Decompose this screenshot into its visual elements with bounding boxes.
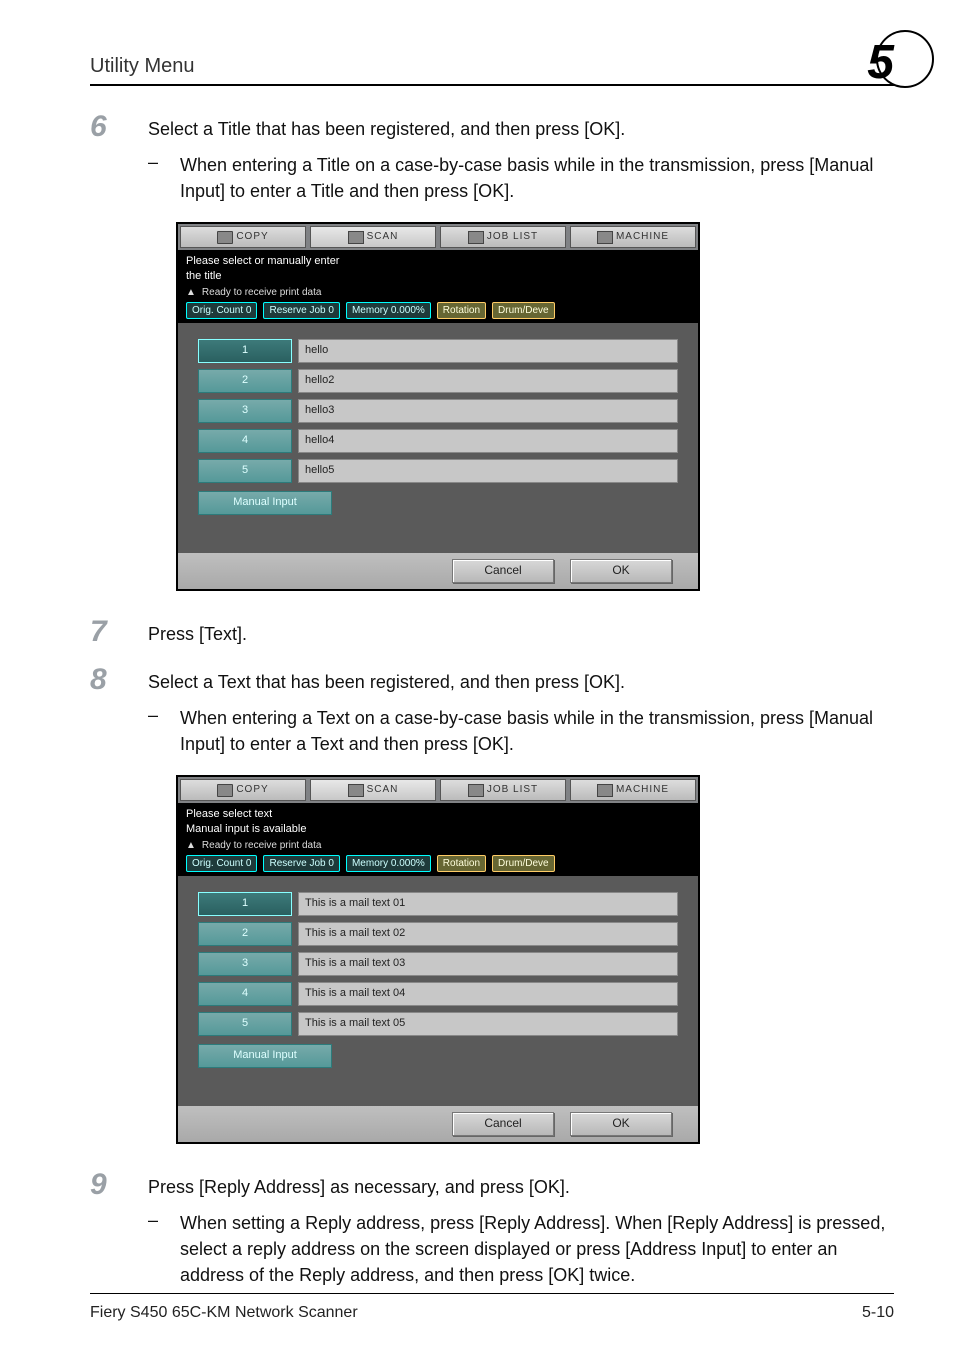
tab-copy[interactable]: COPY: [180, 226, 306, 248]
manual-input-button[interactable]: Manual Input: [198, 1044, 332, 1068]
status-ready: Ready to receive print data: [202, 286, 322, 299]
status-memory: Memory 0.000%: [346, 302, 431, 319]
text-value-5: This is a mail text 05: [298, 1012, 678, 1036]
text-option-5[interactable]: 5: [198, 1012, 292, 1036]
step-text: Press [Reply Address] as necessary, and …: [148, 1170, 894, 1200]
tab-machine[interactable]: MACHINE: [570, 779, 696, 801]
step-text: Select a Text that has been registered, …: [148, 665, 894, 695]
step-text: Select a Title that has been registered,…: [148, 112, 894, 142]
title-option-1[interactable]: 1: [198, 339, 292, 363]
tab-machine[interactable]: MACHINE: [570, 226, 696, 248]
tab-copy[interactable]: COPY: [180, 779, 306, 801]
tab-label: JOB LIST: [487, 228, 538, 246]
title-value-4: hello4: [298, 429, 678, 453]
title-value-5: hello5: [298, 459, 678, 483]
text-select-panel: COPY SCAN JOB LIST MACHINE Please select…: [176, 775, 894, 1144]
title-value-2: hello2: [298, 369, 678, 393]
status-rotation: Rotation: [437, 302, 486, 319]
step-subtext: When entering a Text on a case-by-case b…: [180, 705, 894, 757]
footer-product: Fiery S450 65C-KM Network Scanner: [90, 1304, 358, 1322]
step-number: 9: [90, 1170, 148, 1200]
text-option-3[interactable]: 3: [198, 952, 292, 976]
tab-label: COPY: [236, 781, 268, 799]
list-icon: [468, 231, 484, 244]
panel-prompt-line2: the title: [186, 269, 690, 283]
step-number: 6: [90, 112, 148, 142]
panel-prompt-line2: Manual input is available: [186, 822, 690, 836]
title-select-panel: COPY SCAN JOB LIST MACHINE Please select…: [176, 222, 894, 591]
tab-scan[interactable]: SCAN: [310, 226, 436, 248]
text-value-3: This is a mail text 03: [298, 952, 678, 976]
step-number: 8: [90, 665, 148, 695]
dash-icon: –: [148, 1210, 180, 1288]
title-value-1: hello: [298, 339, 678, 363]
text-option-4[interactable]: 4: [198, 982, 292, 1006]
footer-rule: [90, 1293, 894, 1294]
dash-icon: –: [148, 152, 180, 204]
section-title: Utility Menu: [90, 55, 194, 78]
text-value-1: This is a mail text 01: [298, 892, 678, 916]
tab-label: SCAN: [367, 228, 399, 246]
footer-page: 5-10: [862, 1304, 894, 1322]
manual-input-button[interactable]: Manual Input: [198, 491, 332, 515]
tab-joblist[interactable]: JOB LIST: [440, 226, 566, 248]
doc-icon: [217, 784, 233, 797]
scan-icon: [348, 784, 364, 797]
text-value-2: This is a mail text 02: [298, 922, 678, 946]
title-option-3[interactable]: 3: [198, 399, 292, 423]
step-number: 7: [90, 617, 148, 647]
machine-icon: [597, 784, 613, 797]
status-ready: Ready to receive print data: [202, 839, 322, 852]
tab-label: COPY: [236, 228, 268, 246]
status-drum: Drum/Deve: [492, 855, 555, 872]
status-rotation: Rotation: [437, 855, 486, 872]
title-option-5[interactable]: 5: [198, 459, 292, 483]
tab-scan[interactable]: SCAN: [310, 779, 436, 801]
dash-icon: –: [148, 705, 180, 757]
step-subtext: When setting a Reply address, press [Rep…: [180, 1210, 894, 1288]
status-drum: Drum/Deve: [492, 302, 555, 319]
tab-label: JOB LIST: [487, 781, 538, 799]
cancel-button[interactable]: Cancel: [452, 559, 554, 583]
status-reserve: Reserve Job 0: [263, 302, 339, 319]
panel-prompt-line1: Please select or manually enter: [186, 254, 690, 268]
text-value-4: This is a mail text 04: [298, 982, 678, 1006]
chapter-circle: [876, 30, 934, 88]
status-memory: Memory 0.000%: [346, 855, 431, 872]
doc-icon: [217, 231, 233, 244]
tab-label: MACHINE: [616, 781, 669, 799]
tab-label: SCAN: [367, 781, 399, 799]
text-option-1[interactable]: 1: [198, 892, 292, 916]
tab-joblist[interactable]: JOB LIST: [440, 779, 566, 801]
title-option-4[interactable]: 4: [198, 429, 292, 453]
panel-prompt-line1: Please select text: [186, 807, 690, 821]
machine-icon: [597, 231, 613, 244]
text-option-2[interactable]: 2: [198, 922, 292, 946]
step-text: Press [Text].: [148, 617, 894, 647]
list-icon: [468, 784, 484, 797]
status-orig: Orig. Count 0: [186, 302, 257, 319]
status-reserve: Reserve Job 0: [263, 855, 339, 872]
status-orig: Orig. Count 0: [186, 855, 257, 872]
cancel-button[interactable]: Cancel: [452, 1112, 554, 1136]
ok-button[interactable]: OK: [570, 1112, 672, 1136]
ok-button[interactable]: OK: [570, 559, 672, 583]
title-value-3: hello3: [298, 399, 678, 423]
tab-label: MACHINE: [616, 228, 669, 246]
scan-icon: [348, 231, 364, 244]
title-option-2[interactable]: 2: [198, 369, 292, 393]
step-subtext: When entering a Title on a case-by-case …: [180, 152, 894, 204]
